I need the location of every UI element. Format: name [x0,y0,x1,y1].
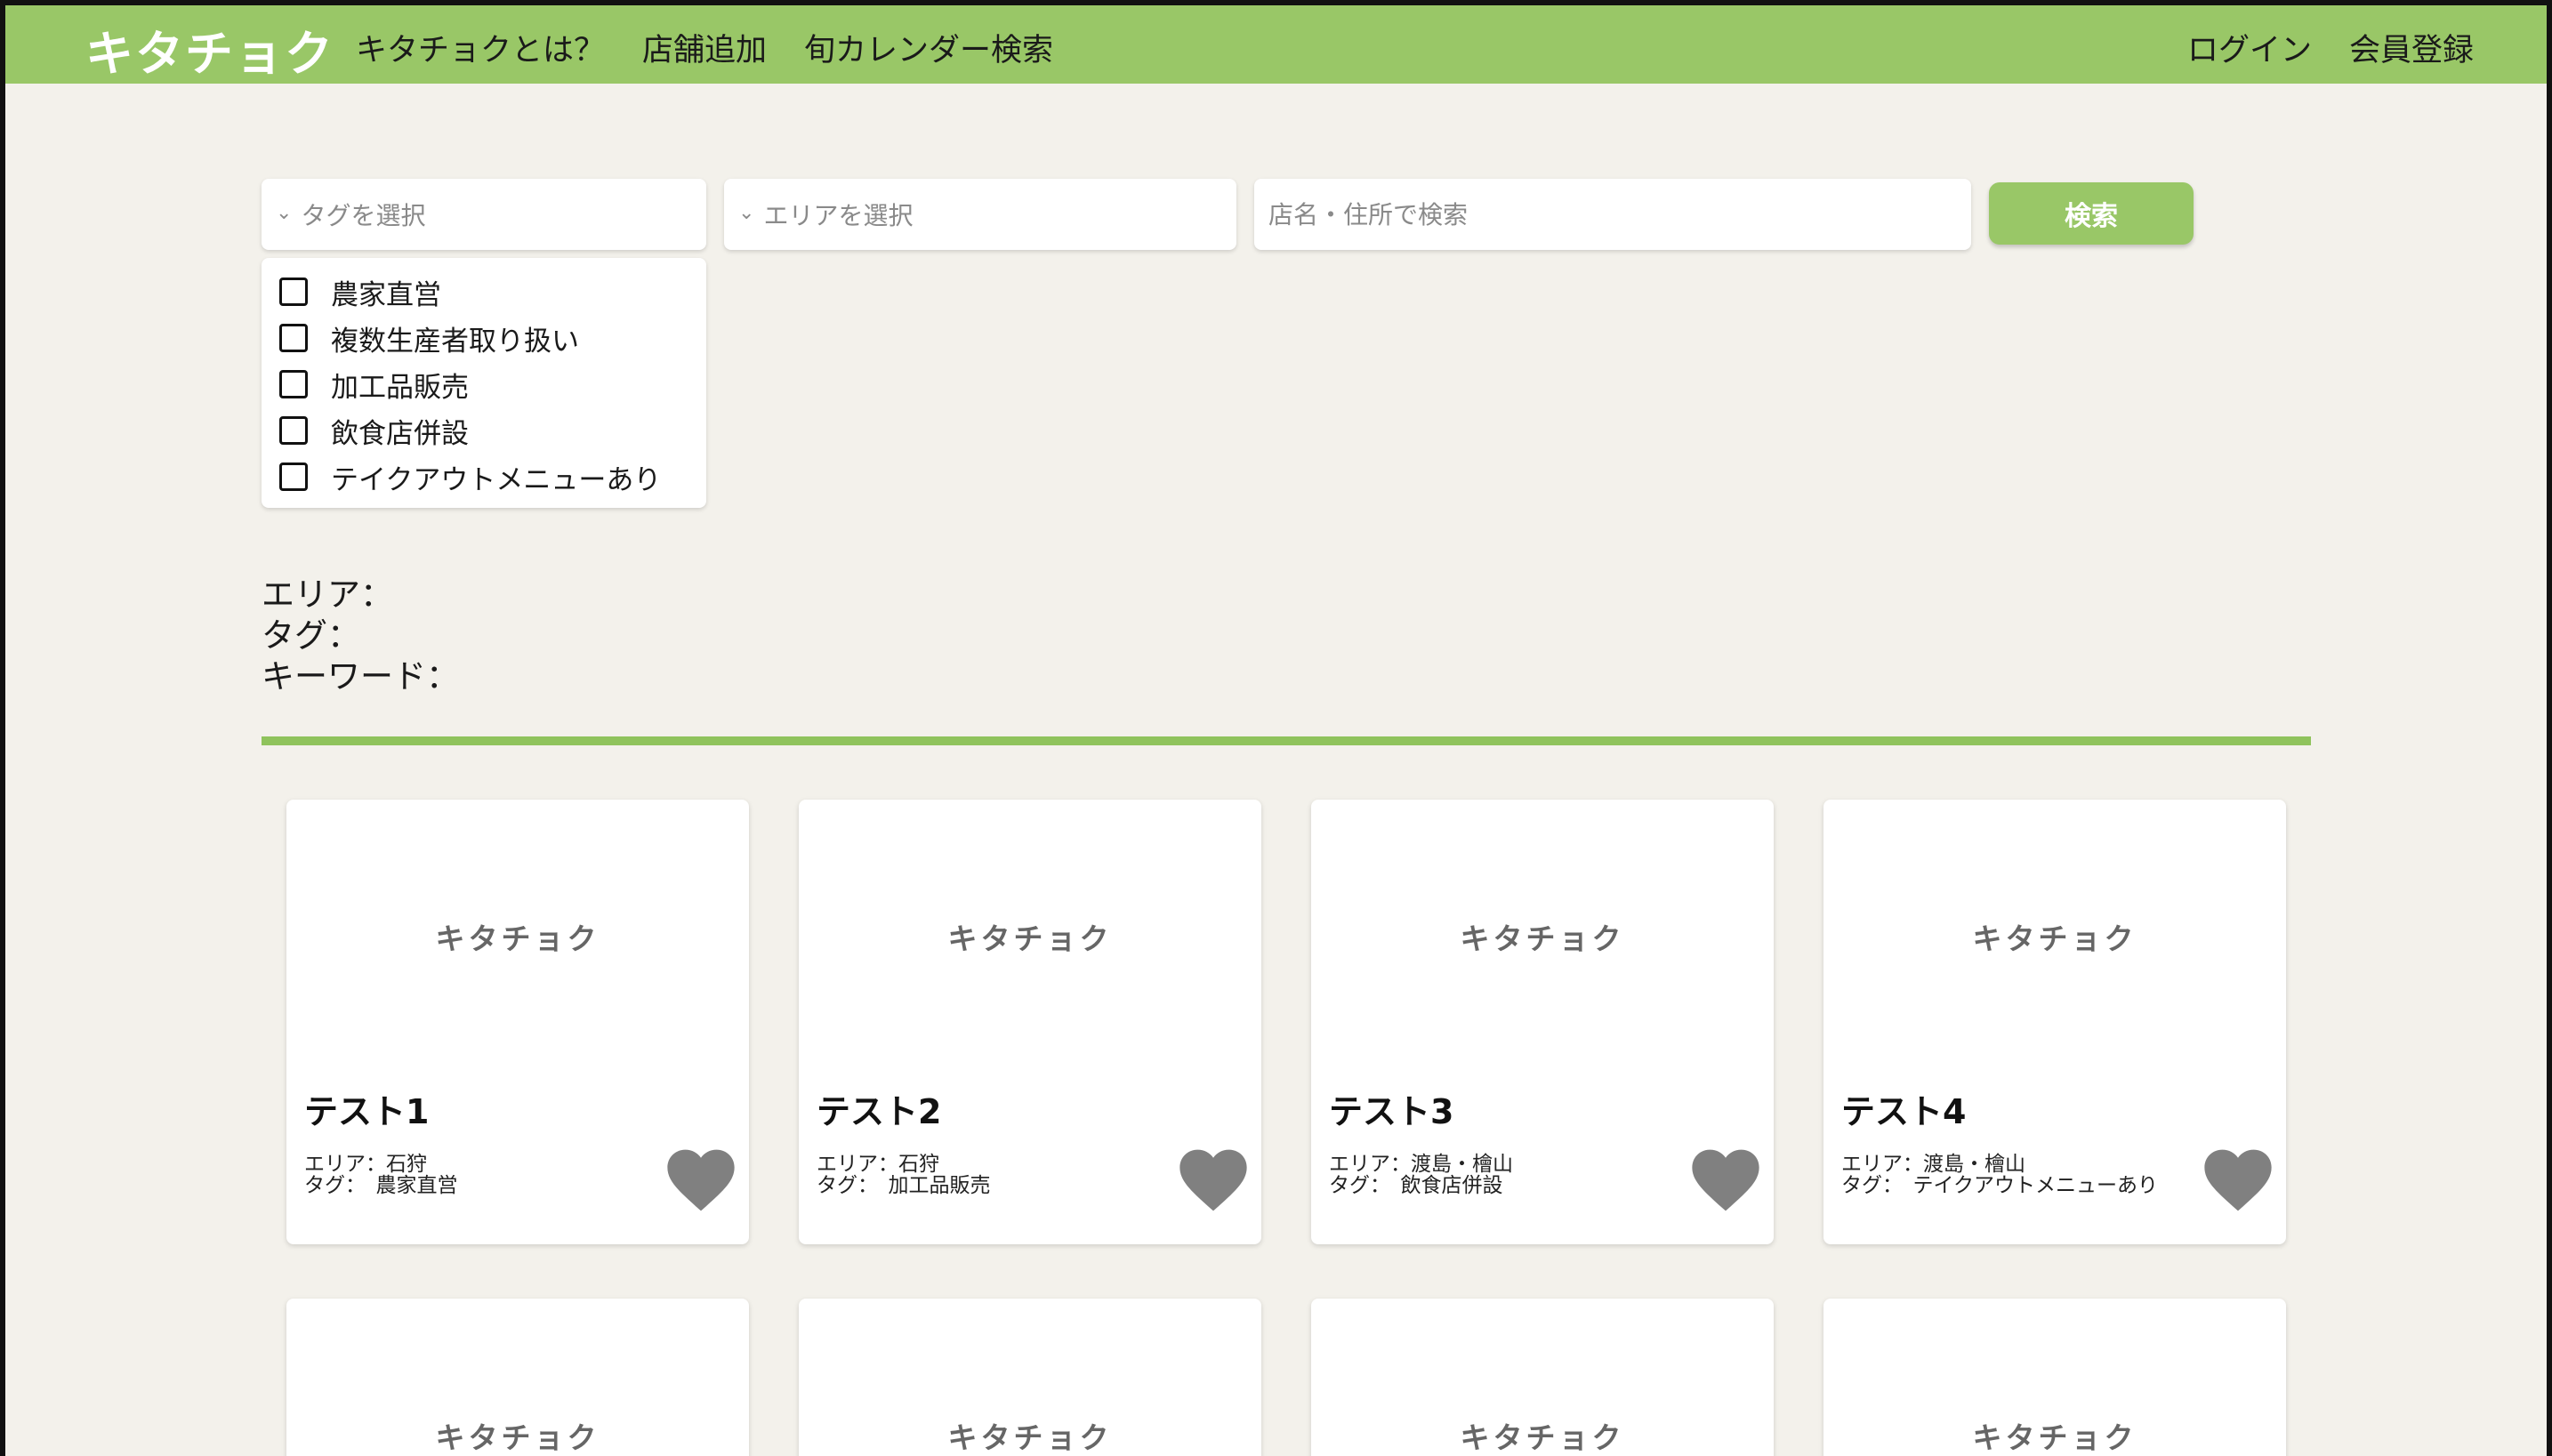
favorite-heart-icon[interactable] [665,1148,737,1212]
top-header: キタチョク キタチョクとは？ 店舗追加 旬カレンダー検索 ログイン 会員登録 [5,5,2547,84]
card-title: テスト2 [817,1092,942,1131]
chevron-down-icon: ⌄ [738,201,755,224]
tag-select[interactable]: ⌄ タグを選択 [262,179,706,250]
checkbox[interactable] [279,463,308,491]
card-logo-image: キタチョク [947,921,1113,956]
card-logo-image: キタチョク [1972,921,2137,956]
card-title: テスト4 [1841,1092,1967,1131]
favorite-heart-icon[interactable] [1690,1148,1761,1212]
store-card[interactable]: キタチョク [1823,1299,2286,1456]
account-nav: ログイン 会員登録 [2187,25,2474,70]
card-tag: タグ： 農家直営 [304,1174,458,1197]
card-title: テスト3 [1329,1092,1454,1131]
card-meta: エリア：渡島・檜山 タグ： 飲食店併設 [1329,1154,1676,1196]
tag-option[interactable]: 複数生産者取り扱い [262,315,706,361]
tag-select-placeholder: タグを選択 [301,201,426,230]
store-card[interactable]: キタチョク テスト2 エリア：石狩 タグ： 加工品販売 [799,800,1261,1244]
tag-option[interactable]: 農家直営 [262,269,706,315]
signup-link[interactable]: 会員登録 [2349,25,2474,70]
chevron-down-icon: ⌄ [276,201,293,224]
store-card[interactable]: キタチョク テスト4 エリア：渡島・檜山 タグ： テイクアウトメニューあり [1823,800,2286,1244]
nav-add-store-link[interactable]: 店舗追加 [642,25,767,70]
condition-area: エリア： [262,575,393,614]
checkbox[interactable] [279,370,308,398]
tag-option[interactable]: テイクアウトメニューあり [262,454,706,500]
card-logo-image: キタチョク [435,1420,600,1455]
card-title: テスト1 [304,1092,430,1131]
condition-keyword: キーワード： [262,657,459,696]
nav-about-link[interactable]: キタチョクとは？ [356,25,605,70]
store-card[interactable]: キタチョク テスト3 エリア：渡島・檜山 タグ： 飲食店併設 [1311,800,1774,1244]
store-card[interactable]: キタチョク [799,1299,1261,1456]
tag-option-label: 加工品販売 [331,371,469,404]
card-area: エリア：石狩 [817,1153,939,1176]
main-nav: キタチョクとは？ 店舗追加 旬カレンダー検索 [356,25,1053,70]
checkbox[interactable] [279,416,308,445]
card-logo-image: キタチョク [1972,1420,2137,1455]
store-card[interactable]: キタチョク [286,1299,749,1456]
tag-option-label: テイクアウトメニューあり [331,463,662,496]
nav-season-calendar-link[interactable]: 旬カレンダー検索 [804,25,1053,70]
tag-options-list: 農家直営 複数生産者取り扱い 加工品販売 飲食店併設 テイクアウトメニューあり [262,258,706,508]
card-meta: エリア：渡島・檜山 タグ： テイクアウトメニューあり [1841,1154,2188,1196]
search-conditions: エリア： タグ： キーワード： [262,575,459,697]
card-meta: エリア：石狩 タグ： 農家直営 [304,1154,651,1196]
tag-option[interactable]: 加工品販売 [262,361,706,407]
card-logo-image: キタチョク [947,1420,1113,1455]
search-button[interactable]: 検索 [1989,182,2194,245]
card-logo-image: キタチョク [435,921,600,956]
store-card[interactable]: キタチョク [1311,1299,1774,1456]
favorite-heart-icon[interactable] [1178,1148,1249,1212]
card-logo-image: キタチョク [1460,1420,1625,1455]
keyword-search-field[interactable] [1254,179,1971,250]
checkbox[interactable] [279,278,308,306]
keyword-search-input[interactable] [1268,199,1971,229]
condition-tag: タグ： [262,616,360,655]
tag-option[interactable]: 飲食店併設 [262,407,706,454]
checkbox[interactable] [279,324,308,352]
area-select-placeholder: エリアを選択 [763,201,914,230]
tag-option-label: 農家直営 [331,278,441,311]
login-link[interactable]: ログイン [2187,25,2312,70]
store-card[interactable]: キタチョク テスト1 エリア：石狩 タグ： 農家直営 [286,800,749,1244]
card-logo-image: キタチョク [1460,921,1625,956]
section-divider [262,736,2311,745]
tag-option-label: 複数生産者取り扱い [331,325,579,358]
card-tag: タグ： 飲食店併設 [1329,1174,1503,1197]
card-tag: タグ： テイクアウトメニューあり [1841,1174,2159,1197]
card-area: エリア：石狩 [304,1153,427,1176]
card-area: エリア：渡島・檜山 [1841,1153,2025,1176]
tag-option-label: 飲食店併設 [331,417,469,450]
card-tag: タグ： 加工品販売 [817,1174,991,1197]
card-area: エリア：渡島・檜山 [1329,1153,1513,1176]
area-select[interactable]: ⌄ エリアを選択 [724,179,1236,250]
favorite-heart-icon[interactable] [2202,1148,2274,1212]
site-logo[interactable]: キタチョク [85,14,334,84]
card-meta: エリア：石狩 タグ： 加工品販売 [817,1154,1163,1196]
